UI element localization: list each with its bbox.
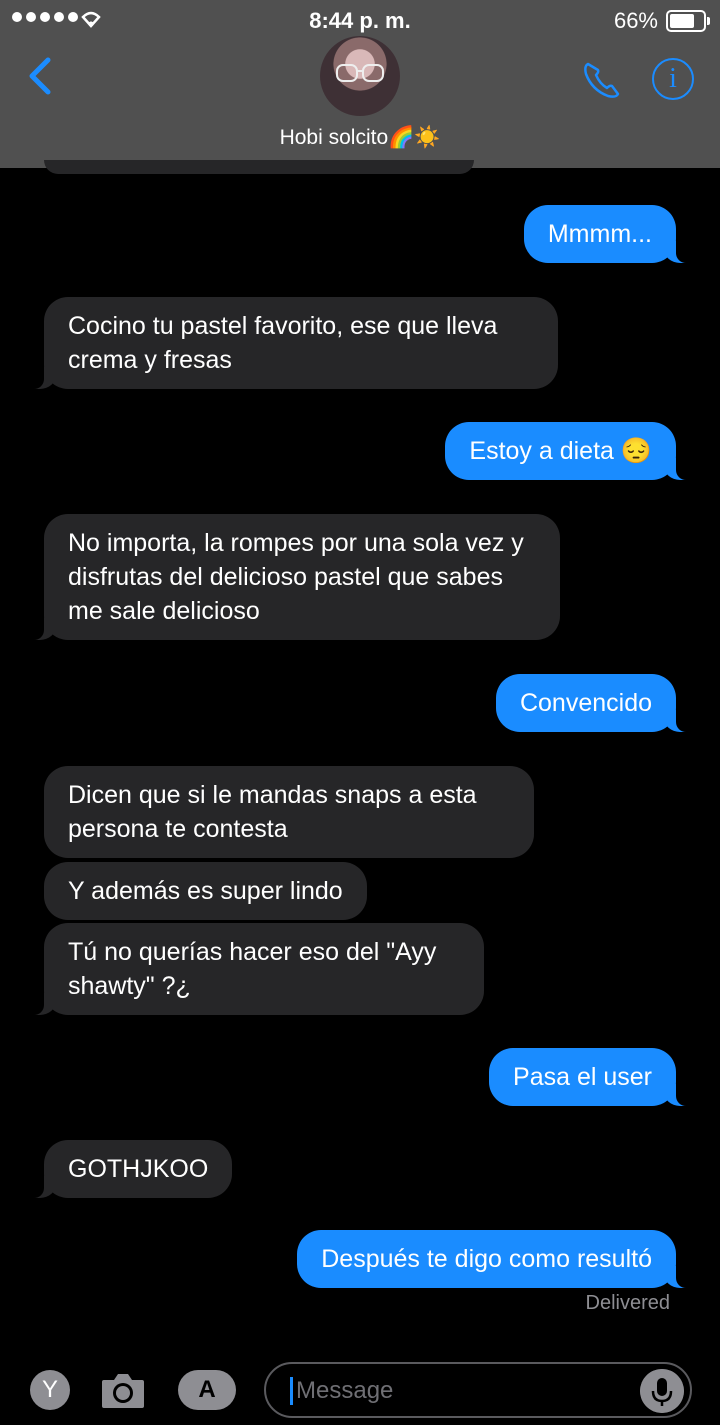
appstore-icon[interactable]: A: [178, 1370, 236, 1410]
info-icon[interactable]: i: [652, 58, 694, 100]
message-incoming[interactable]: Dicen que si le mandas snaps a esta pers…: [44, 766, 534, 858]
message-outgoing[interactable]: Convencido: [495, 674, 695, 732]
battery-icon: [666, 10, 710, 32]
battery-percent: 66%: [613, 8, 658, 33]
app-y-icon[interactable]: Y: [30, 1370, 70, 1410]
message-incoming[interactable]: Cocino tu pastel favorito, ese que lleva…: [26, 297, 558, 389]
message-outgoing[interactable]: Pasa el user: [489, 1048, 694, 1106]
message-placeholder: Message: [296, 1377, 394, 1404]
status-time: 8:44 p. m.: [309, 8, 411, 33]
camera-icon[interactable]: [100, 1370, 146, 1410]
message-outgoing[interactable]: Mmmm...: [523, 205, 695, 263]
phone-icon[interactable]: [580, 58, 624, 102]
message-outgoing[interactable]: Estoy a dieta 😔: [445, 422, 694, 480]
contact-name[interactable]: Hobi solcito🌈☀️: [0, 126, 720, 150]
message-outgoing[interactable]: Después te digo como resultó: [297, 1230, 694, 1288]
message-incoming[interactable]: Tú no querías hacer eso del "Ayy shawty"…: [26, 923, 484, 1015]
text-caret: [290, 1377, 293, 1405]
delivered-status: Delivered: [585, 1292, 670, 1314]
avatar-photo-glasses: [336, 64, 384, 82]
microphone-icon[interactable]: [640, 1369, 684, 1413]
back-chevron-icon[interactable]: [22, 56, 62, 96]
message-incoming[interactable]: No importa, la rompes por una sola vez y…: [26, 514, 560, 640]
message-incoming[interactable]: GOTHJKOO: [25, 1140, 233, 1198]
contact-avatar[interactable]: [320, 36, 400, 116]
message-input[interactable]: Message: [264, 1362, 692, 1418]
status-bar: 8:44 p. m. 66%: [0, 0, 720, 40]
message-incoming[interactable]: Y además es super lindo: [44, 862, 367, 920]
compose-bar: Y A Message: [0, 1350, 720, 1425]
